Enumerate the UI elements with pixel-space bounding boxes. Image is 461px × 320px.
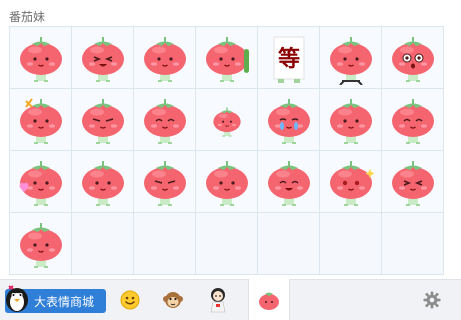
tomato-sticker-sly-with-cucumber [205,36,249,82]
tomato-sticker-shy-hands [143,36,186,82]
panel-title: 番茄妹 [9,10,46,24]
tomato-sticker-giggle [267,160,310,206]
tab-monkey[interactable] [153,280,193,320]
tomato-sticker-smirk [391,160,434,206]
tomato-sticker-icon [259,292,279,310]
penguin-icon [6,285,28,312]
sticker-cell[interactable] [134,27,196,89]
tomato-sticker-neutral [205,160,248,206]
sticker-cell[interactable] [382,27,444,89]
tomato-sticker-blush-sparkle [329,160,374,206]
smiley-face-icon [120,290,140,310]
tomato-sticker-small-hug [212,106,241,137]
tomato-sticker-squint-laugh [81,36,124,82]
sticker-cell[interactable] [72,89,134,151]
sticker-grid: 等 [9,26,444,275]
tab-tomato[interactable] [248,279,290,320]
tomato-sticker-with-stool [329,36,372,85]
sticker-cell[interactable] [382,151,444,213]
tomato-sticker-meh [143,160,186,206]
tab-emoji[interactable] [110,280,150,320]
sticker-cell[interactable] [10,89,72,151]
monkey-face-icon [163,292,183,308]
sticker-cell[interactable] [10,27,72,89]
sticker-panel: 番茄妹 等 大表情商城 [0,0,461,320]
tomato-sticker-sparkle-hat [19,97,62,144]
sticker-cell[interactable] [196,89,258,151]
sticker-cell[interactable] [134,89,196,151]
empty-sticker-slot [382,213,444,275]
sticker-cell[interactable] [196,27,258,89]
empty-sticker-slot [196,213,258,275]
empty-sticker-slot [134,213,196,275]
tomato-sticker-shocked [391,36,434,82]
tomato-sticker-crying [267,98,310,144]
sticker-cell[interactable] [10,151,72,213]
empty-sticker-slot [72,213,134,275]
tomato-sticker-calm-smile [391,98,434,144]
tomato-sticker-angry-sweat [81,98,124,144]
sticker-cell[interactable] [134,151,196,213]
sticker-cell[interactable] [258,151,320,213]
sticker-cell[interactable] [196,151,258,213]
sign-card-text: 等 [277,46,299,72]
sticker-cell[interactable] [320,27,382,89]
sticker-mall-label: 大表情商城 [34,295,95,309]
tomato-sticker-standing [19,222,62,268]
tomato-sticker-sign: 等 [273,36,304,83]
sticker-cell[interactable] [258,89,320,151]
bottom-toolbar: 大表情商城 [0,279,461,320]
empty-sticker-slot [320,213,382,275]
tomato-sticker-hug-heart [19,160,62,206]
sticker-mall-button[interactable]: 大表情商城 [5,285,106,313]
sticker-cell[interactable] [320,151,382,213]
tomato-sticker-thumbs-up [19,36,62,82]
empty-sticker-slot [258,213,320,275]
sticker-cell[interactable] [10,213,72,275]
sticker-cell[interactable] [320,89,382,151]
sticker-cell[interactable] [382,89,444,151]
sticker-cell[interactable]: 等 [258,27,320,89]
tomato-sticker-smile-blush [143,98,186,144]
gear-icon[interactable] [423,291,441,309]
girl-sticker-icon [210,288,226,313]
tomato-sticker-hands-up [81,160,124,206]
sticker-cell[interactable] [72,151,134,213]
sticker-cell[interactable] [72,27,134,89]
tab-girl[interactable] [198,280,238,320]
tomato-sticker-thinking [329,98,372,144]
